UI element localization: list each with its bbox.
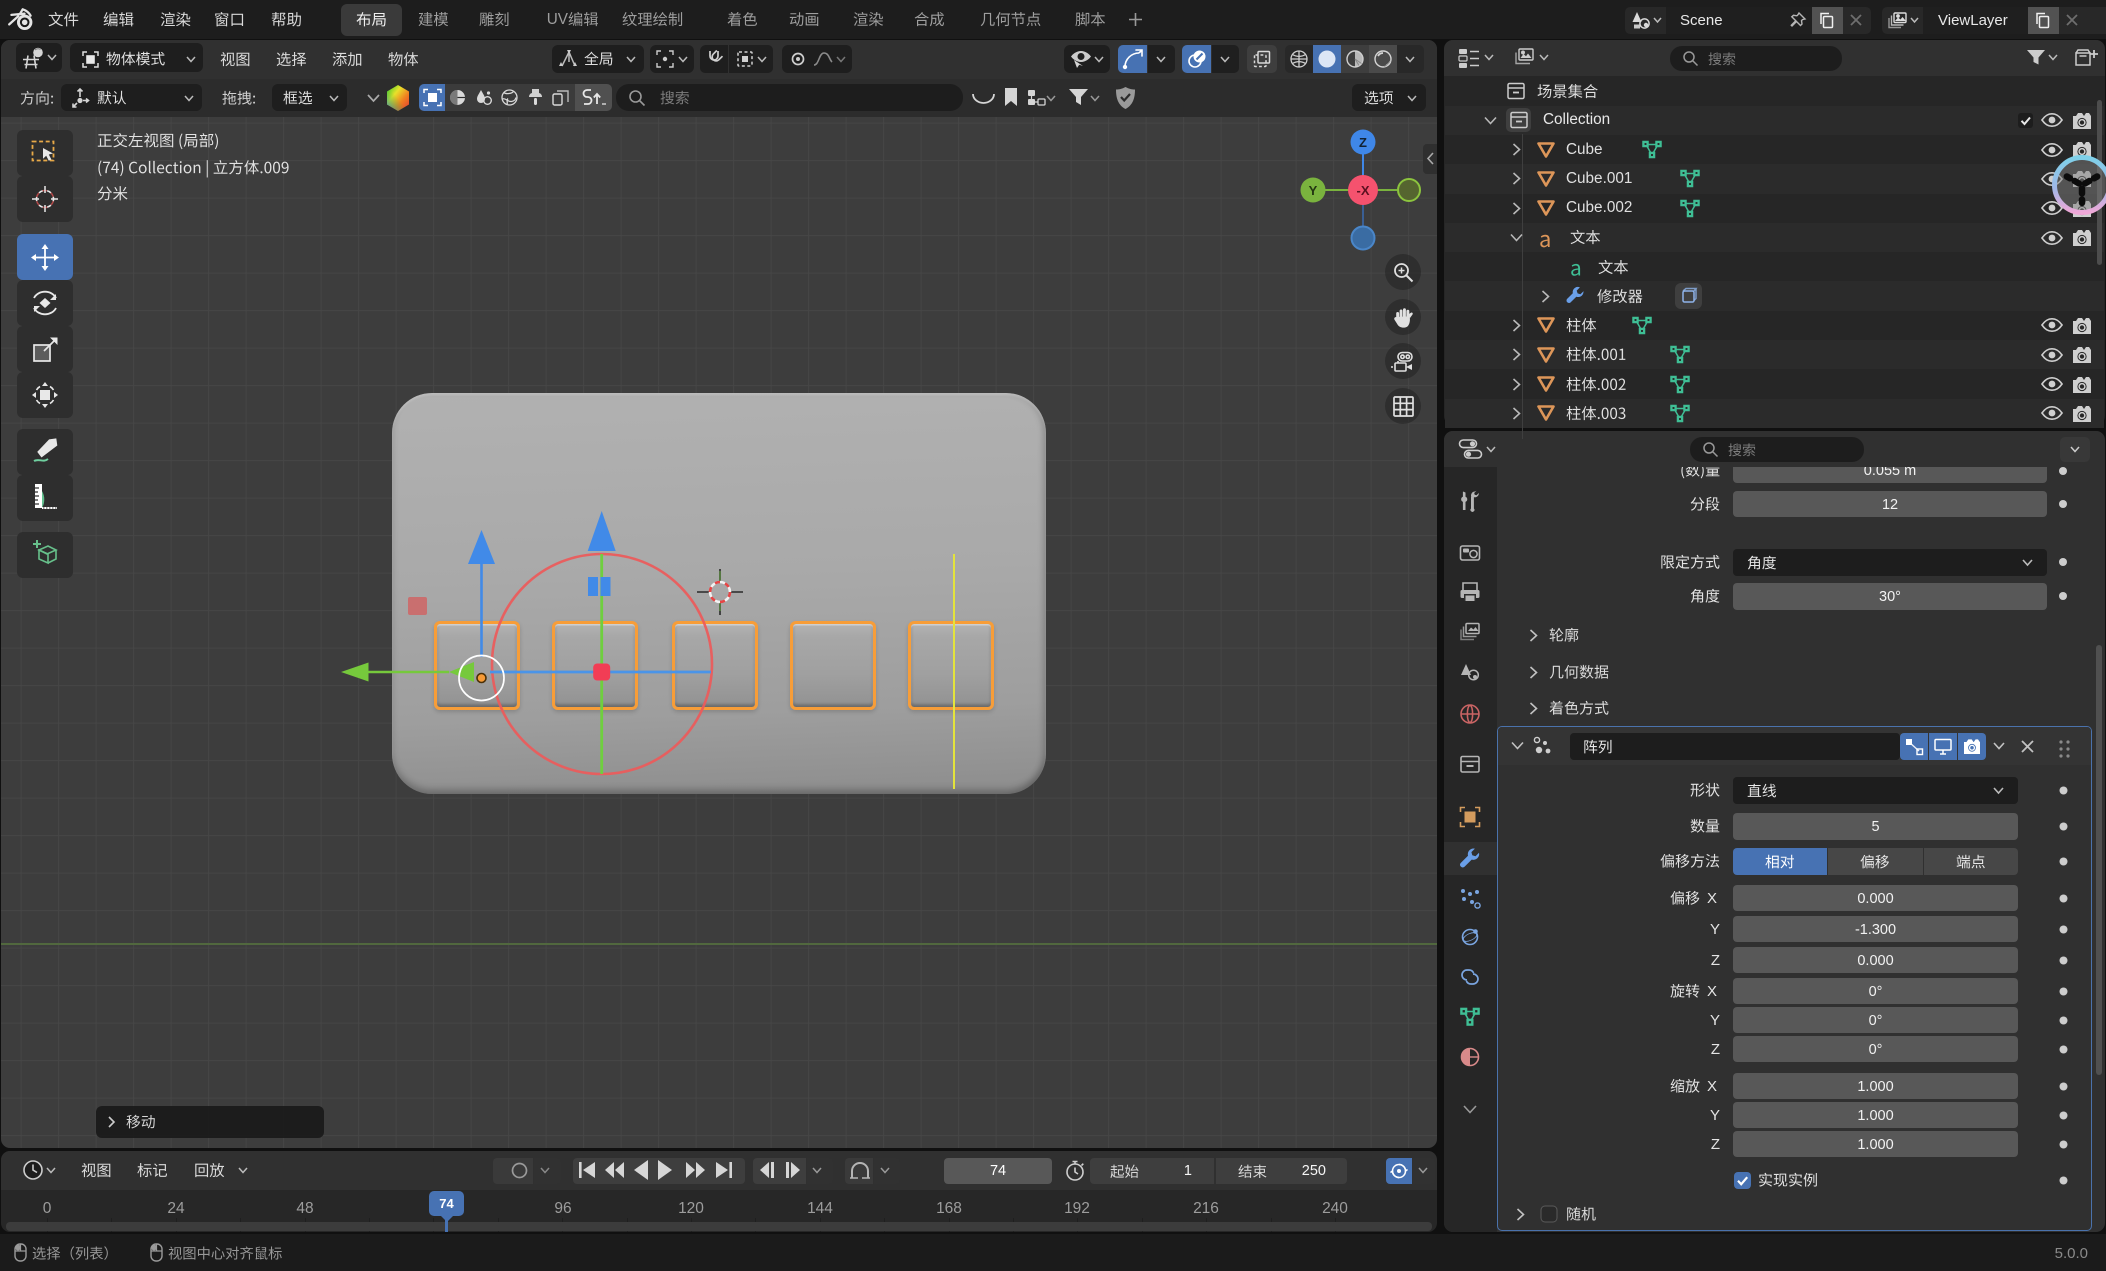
svg-text:Z: Z — [1359, 135, 1367, 150]
svg-text:Y: Y — [1309, 183, 1318, 198]
svg-text:-X: -X — [1357, 183, 1370, 198]
